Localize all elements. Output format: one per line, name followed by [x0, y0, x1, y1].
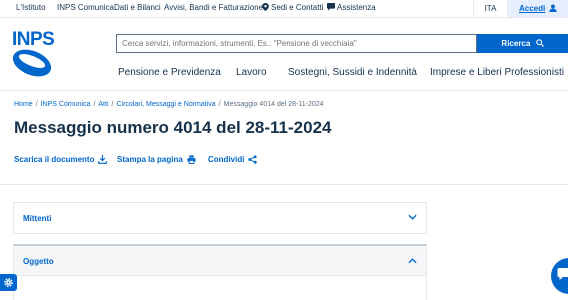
user-icon [549, 4, 557, 12]
page-title: Messaggio numero 4014 del 28-11-2024 [14, 118, 332, 137]
breadcrumb-inps-comunica[interactable]: INPS Comunica [41, 101, 91, 108]
main-navigation: Pensione e Previdenza Lavoro Sostegni, S… [0, 67, 568, 81]
map-pin-icon [262, 3, 269, 11]
accordion-oggetto[interactable]: Oggetto [13, 244, 427, 276]
topbar-link-inps-comunica[interactable]: INPS Comunica [57, 3, 114, 13]
chevron-up-icon [408, 258, 417, 264]
nav-lavoro[interactable]: Lavoro [236, 67, 267, 78]
actions-divider [0, 184, 568, 185]
accordion-mittenti[interactable]: Mittenti [13, 202, 427, 234]
share-label: Condividi [208, 155, 245, 164]
chat-bubble-icon [327, 3, 335, 11]
topbar-link-avvisi-bandi[interactable]: Avvisi, Bandi e Fatturazione [164, 3, 263, 13]
print-label: Stampa la pagina [117, 155, 183, 164]
chat-assistant-button[interactable] [551, 258, 568, 294]
sedi-contatti-label: Sedi e Contatti [271, 3, 324, 12]
accordion-oggetto-content [13, 276, 427, 300]
nav-imprese-professionisti[interactable]: Imprese e Liberi Professionisti [430, 67, 564, 78]
nav-divider [0, 90, 568, 91]
print-icon [187, 155, 196, 164]
topbar-link-istituto[interactable]: L'Istituto [16, 3, 46, 13]
share-icon [248, 155, 258, 164]
language-selector[interactable]: ITA [473, 0, 507, 17]
nav-pensione-previdenza[interactable]: Pensione e Previdenza [118, 67, 221, 78]
nav-sostegni-sussidi[interactable]: Sostegni, Sussidi e Indennità [288, 67, 417, 78]
accordion-mittenti-label: Mittenti [23, 214, 52, 223]
topbar-link-assistenza[interactable]: Assistenza [327, 3, 376, 13]
search-button-label: Ricerca [501, 39, 531, 48]
breadcrumb: Home / INPS Comunica / Atti / Circolari, Messa… [14, 101, 324, 108]
topbar-divider [0, 17, 568, 18]
breadcrumb-current: Messaggio 4014 del 28-11-2024 [223, 101, 324, 108]
topbar-link-sedi-contatti[interactable]: Sedi e Contatti [262, 3, 323, 13]
chat-icon [557, 268, 568, 280]
download-icon [98, 155, 108, 164]
assistenza-label: Assistenza [337, 3, 376, 12]
login-button[interactable]: Accedi [507, 0, 568, 17]
print-page-link[interactable]: Stampa la pagina [117, 155, 196, 164]
share-link[interactable]: Condividi [208, 155, 258, 164]
breadcrumb-atti[interactable]: Atti [98, 101, 108, 108]
gear-icon [4, 278, 13, 287]
download-label: Scarica il documento [14, 155, 95, 164]
chevron-down-icon [408, 214, 417, 220]
accordion-oggetto-label: Oggetto [23, 257, 54, 266]
search-icon [535, 39, 544, 47]
breadcrumb-home[interactable]: Home [14, 101, 33, 108]
login-label: Accedi [519, 4, 546, 13]
download-document-link[interactable]: Scarica il documento [14, 155, 108, 164]
breadcrumb-circolari[interactable]: Circolari, Messaggi e Normativa [116, 101, 215, 108]
topbar-link-dati-bilanci[interactable]: Dati e Bilanci [114, 3, 161, 13]
top-utility-bar: L'Istituto INPS Comunica Dati e Bilanci … [0, 0, 568, 17]
cookie-settings-button[interactable] [0, 274, 17, 291]
search-button[interactable]: Ricerca [477, 34, 568, 53]
search-input[interactable] [116, 34, 477, 53]
